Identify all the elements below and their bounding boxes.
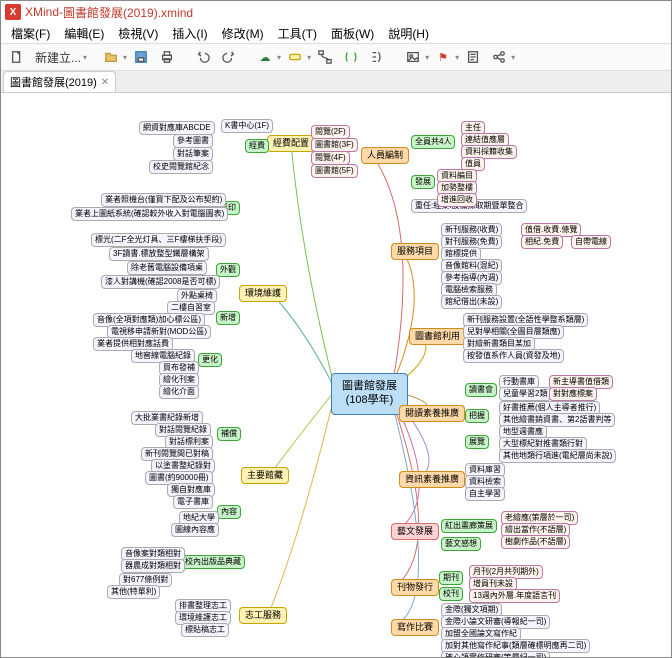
leaf[interactable]: 圖書館(5F) bbox=[311, 164, 358, 178]
redo-icon[interactable] bbox=[217, 46, 241, 68]
tab-label: 圖書館發展(2019) bbox=[10, 74, 97, 90]
sub-hj-4[interactable]: 更化 bbox=[198, 353, 222, 367]
sub-yd-1[interactable]: 讀書會 bbox=[465, 383, 497, 397]
leaf[interactable]: 3F讀書.標放整型鐵層構架 bbox=[109, 247, 209, 261]
sub-kw-1[interactable]: 期刊 bbox=[439, 571, 463, 585]
sub-ry-2[interactable]: 發展 bbox=[411, 175, 435, 189]
menu-insert[interactable]: 插入(I) bbox=[166, 23, 213, 44]
leaf[interactable]: 漆人對講機(確認2008是否可標) bbox=[101, 275, 220, 289]
sub-zy-2[interactable]: 內容 bbox=[217, 505, 241, 519]
leaf[interactable]: 兒童學習2類 bbox=[499, 387, 551, 401]
note-icon[interactable] bbox=[461, 46, 485, 68]
image-icon[interactable] bbox=[401, 46, 425, 68]
leaf[interactable]: K書中心(1F) bbox=[221, 119, 273, 133]
leaf[interactable]: 其他(特單利) bbox=[107, 585, 160, 599]
sub-ry-1[interactable]: 全員共4人 bbox=[411, 135, 455, 149]
relationship-icon[interactable] bbox=[313, 46, 337, 68]
leaf[interactable]: 13週內外層.年度語言刊 bbox=[469, 589, 560, 603]
tab-document[interactable]: 圖書館發展(2019) ✕ bbox=[3, 71, 116, 92]
leaf[interactable]: 閱覽(4F) bbox=[311, 151, 350, 165]
titlebar: X XMind - 圖書館發展(2019).xmind bbox=[1, 1, 671, 23]
leaf[interactable]: 標貼稿志工 bbox=[181, 623, 229, 637]
leaf[interactable]: 增進回收 bbox=[437, 193, 477, 207]
cat-renyuan[interactable]: 人員編制 bbox=[361, 147, 409, 164]
leaf[interactable]: 相紀.免費 bbox=[521, 235, 563, 249]
leaf[interactable]: 圖書館(3F) bbox=[311, 138, 358, 152]
cat-xiezuo[interactable]: 寫作比賽 bbox=[391, 619, 439, 636]
sub-yd-2[interactable]: 把握 bbox=[465, 409, 489, 423]
leaf[interactable]: 自帶電線 bbox=[571, 235, 611, 249]
title-app: XMind bbox=[25, 5, 59, 19]
sub-hj-3[interactable]: 新增 bbox=[216, 311, 240, 325]
summary-icon[interactable] bbox=[365, 46, 389, 68]
leaf[interactable]: 按發值系作人員(資發及地) bbox=[463, 349, 564, 363]
leaf[interactable]: 對對應標案 bbox=[549, 387, 597, 401]
sub-zy-3[interactable]: 校內出版品典藏 bbox=[181, 555, 245, 569]
cat-tushu[interactable]: 圖書館利用 bbox=[409, 328, 466, 345]
leaf[interactable]: 繪化介面 bbox=[159, 385, 199, 399]
add-topic-icon[interactable] bbox=[283, 46, 307, 68]
new-button[interactable]: 新建立... bbox=[31, 49, 83, 66]
sub-zy-1[interactable]: 補償 bbox=[217, 427, 241, 441]
leaf[interactable]: 自主學習 bbox=[465, 487, 505, 501]
cat-huanjing[interactable]: 環境維護 bbox=[239, 285, 287, 302]
leaf[interactable]: 網資對應庫ABCDE bbox=[139, 121, 215, 135]
cat-fuwu[interactable]: 服務項目 bbox=[391, 243, 439, 260]
leaf[interactable]: 業者照機台(僅買下配及公布契約) bbox=[101, 193, 226, 207]
app-logo-icon: X bbox=[5, 4, 21, 20]
sub-yw-2[interactable]: 藝文感想 bbox=[441, 537, 481, 551]
boundary-icon[interactable] bbox=[339, 46, 363, 68]
cat-kanwu[interactable]: 刊物發行 bbox=[391, 579, 439, 596]
leaf[interactable]: 除老舊電腦設備項桌 bbox=[127, 261, 207, 275]
leaf[interactable]: 參考圖書 bbox=[173, 134, 213, 148]
leaf[interactable]: 確心語實作研審(策層紀一司) bbox=[441, 651, 550, 657]
share-icon[interactable] bbox=[487, 46, 511, 68]
cloud-icon[interactable]: ☁ bbox=[253, 46, 277, 68]
cat-zhuyao[interactable]: 主要館藏 bbox=[241, 467, 289, 484]
menu-edit[interactable]: 編輯(E) bbox=[58, 23, 110, 44]
menu-panel[interactable]: 面板(W) bbox=[325, 23, 380, 44]
menu-modify[interactable]: 修改(M) bbox=[216, 23, 270, 44]
open-icon[interactable] bbox=[99, 46, 123, 68]
menu-file[interactable]: 檔案(F) bbox=[5, 23, 56, 44]
sub-yw-1[interactable]: 紅出畫廊策展 bbox=[441, 519, 497, 533]
new-icon[interactable] bbox=[5, 46, 29, 68]
leaf[interactable]: 對話筆案 bbox=[173, 147, 213, 161]
menu-view[interactable]: 檢視(V) bbox=[112, 23, 164, 44]
leaf[interactable]: 電子書庫 bbox=[173, 495, 213, 509]
app-window: X XMind - 圖書館發展(2019).xmind 檔案(F) 編輯(E) … bbox=[0, 0, 672, 658]
cat-yuedu[interactable]: 閱讀素養推廣 bbox=[399, 405, 465, 422]
leaf[interactable]: 圖線內容應 bbox=[171, 523, 219, 537]
menu-tools[interactable]: 工具(T) bbox=[272, 23, 323, 44]
sub-jingfei[interactable]: 經費 bbox=[245, 139, 269, 153]
menu-help[interactable]: 說明(H) bbox=[382, 23, 435, 44]
cat-zhigong[interactable]: 志工服務 bbox=[239, 607, 287, 624]
sub-kw-2[interactable]: 校刊 bbox=[439, 587, 463, 601]
undo-icon[interactable] bbox=[191, 46, 215, 68]
leaf[interactable]: 標光(二F全光灯具、三F樓梯扶手段) bbox=[91, 233, 226, 247]
leaf[interactable]: 其他地類行項進(電紀層尚未說) bbox=[499, 449, 616, 463]
menubar: 檔案(F) 編輯(E) 檢視(V) 插入(I) 修改(M) 工具(T) 面板(W… bbox=[1, 23, 671, 43]
tabbar: 圖書館發展(2019) ✕ bbox=[1, 71, 671, 93]
leaf[interactable]: 業者上圖紙系統(確認較外收入對電腦圖表) bbox=[71, 207, 228, 221]
cat-zixun[interactable]: 資訊素養推廣 bbox=[399, 471, 465, 488]
central-topic[interactable]: 圖書館發展 (108學年) bbox=[331, 373, 408, 415]
leaf[interactable]: 校史閱覽館紀念 bbox=[149, 160, 213, 174]
leaf[interactable]: 器農成對類相對 bbox=[121, 559, 185, 573]
tab-close-icon[interactable]: ✕ bbox=[101, 77, 109, 88]
cat-jingfei[interactable]: 經費配置 bbox=[267, 135, 315, 152]
cat-yiwen[interactable]: 藝文發展 bbox=[391, 523, 439, 540]
mindmap-canvas[interactable]: 圖書館發展 (108學年) 經費配置 環境維護 主要館藏 志工服務 經費 網資對… bbox=[1, 93, 671, 657]
sub-hj-2[interactable]: 外觀 bbox=[216, 263, 240, 277]
new-dd[interactable]: ▾ bbox=[83, 53, 87, 62]
leaf[interactable]: 樹劇作品(不語層) bbox=[501, 535, 570, 549]
toolbar: 新建立...▾ ▾ ☁▾ ▾ ▾ ⚑▾ ▾ bbox=[1, 43, 671, 71]
leaf[interactable]: 館紀借出(未設) bbox=[441, 295, 502, 309]
print-icon[interactable] bbox=[155, 46, 179, 68]
marker-icon[interactable]: ⚑ bbox=[431, 46, 455, 68]
save-icon[interactable] bbox=[129, 46, 153, 68]
leaf[interactable]: 閱覽(2F) bbox=[311, 125, 350, 139]
title-doc: 圖書館發展(2019).xmind bbox=[63, 4, 193, 21]
sub-yd-3[interactable]: 展覽 bbox=[465, 435, 489, 449]
